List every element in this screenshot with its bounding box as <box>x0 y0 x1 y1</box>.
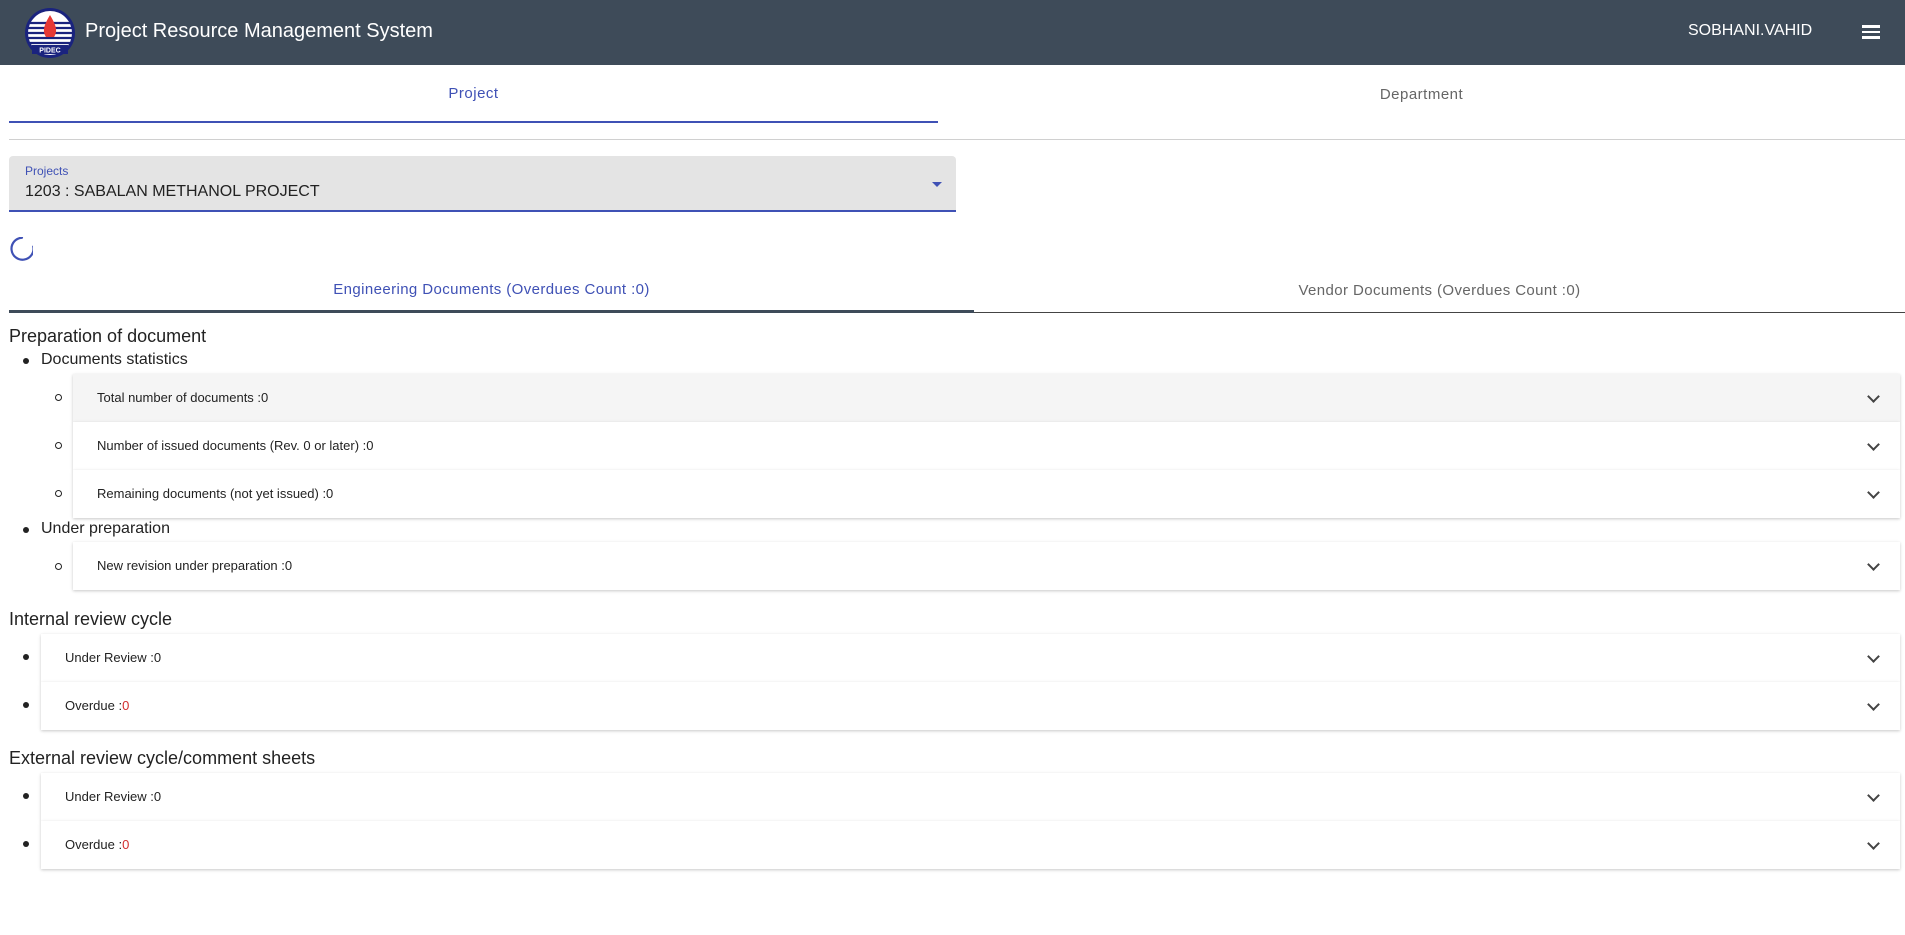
bullet-circle <box>55 563 62 570</box>
panel-external-overdue-text: Overdue :0 <box>65 837 130 852</box>
panel-issued-documents[interactable]: Number of issued documents (Rev. 0 or la… <box>73 422 1900 470</box>
svg-text:PIDEC: PIDEC <box>39 48 60 55</box>
dropdown-arrow-icon <box>932 182 942 187</box>
chevron-down-icon <box>1867 698 1880 711</box>
bullet-circle <box>55 442 62 449</box>
app-title: Project Resource Management System <box>85 20 433 42</box>
bullet-disc <box>23 358 29 364</box>
projects-select-value: 1203 : SABALAN METHANOL PROJECT <box>25 183 320 200</box>
section-title-external-review: External review cycle/comment sheets <box>9 748 316 768</box>
tab-department[interactable]: Department <box>938 66 1905 123</box>
chevron-down-icon <box>1867 390 1880 403</box>
panel-issued-documents-text: Number of issued documents (Rev. 0 or la… <box>97 438 374 453</box>
pidec-logo: PIDEC <box>25 8 75 58</box>
section-title-preparation: Preparation of document <box>9 326 207 346</box>
projects-select[interactable]: Projects 1203 : SABALAN METHANOL PROJECT <box>9 156 956 212</box>
overdue-count: 0 <box>122 837 130 852</box>
bullet-disc <box>23 654 29 660</box>
tab-engineering-documents[interactable]: Engineering Documents (Overdues Count :0… <box>9 268 974 313</box>
panel-total-documents[interactable]: Total number of documents :0 <box>73 374 1900 422</box>
projects-select-label: Projects <box>25 164 69 178</box>
panel-new-revision[interactable]: New revision under preparation :0 <box>73 542 1900 590</box>
document-tab-group: Engineering Documents (Overdues Count :0… <box>9 268 1905 313</box>
panel-external-under-review-text: Under Review :0 <box>65 789 162 804</box>
chevron-down-icon <box>1867 789 1880 802</box>
label-documents-statistics: Documents statistics <box>41 351 188 368</box>
app-toolbar: PIDEC Project Resource Management System… <box>0 0 1905 65</box>
panel-remaining-documents-text: Remaining documents (not yet issued) :0 <box>97 486 334 501</box>
chevron-down-icon <box>1867 650 1880 663</box>
tab-vendor-documents[interactable]: Vendor Documents (Overdues Count :0) <box>974 268 1905 312</box>
bullet-disc <box>23 702 29 708</box>
bullet-disc <box>23 793 29 799</box>
bullet-circle <box>55 490 62 497</box>
panel-internal-overdue-text: Overdue :0 <box>65 698 130 713</box>
bullet-circle <box>55 394 62 401</box>
label-under-preparation: Under preparation <box>41 520 170 537</box>
hamburger-menu-icon[interactable] <box>1859 22 1883 42</box>
panel-internal-under-review-text: Under Review :0 <box>65 650 162 665</box>
chevron-down-icon <box>1867 486 1880 499</box>
top-tab-group: Project Department <box>9 66 1905 140</box>
overdue-count: 0 <box>122 698 130 713</box>
chevron-down-icon <box>1867 438 1880 451</box>
panel-external-under-review[interactable]: Under Review :0 <box>41 773 1900 821</box>
chevron-down-icon <box>1867 837 1880 850</box>
bullet-disc <box>23 841 29 847</box>
bullet-disc <box>23 527 29 533</box>
user-name[interactable]: SOBHANI.VAHID <box>1688 22 1812 40</box>
panel-internal-under-review[interactable]: Under Review :0 <box>41 634 1900 682</box>
chevron-down-icon <box>1867 558 1880 571</box>
panel-internal-overdue[interactable]: Overdue :0 <box>41 682 1900 730</box>
section-title-internal-review: Internal review cycle <box>9 609 173 629</box>
panel-external-overdue[interactable]: Overdue :0 <box>41 821 1900 869</box>
panel-total-documents-text: Total number of documents :0 <box>97 390 269 405</box>
tab-project[interactable]: Project <box>9 66 938 123</box>
loading-spinner-icon <box>10 237 33 261</box>
panel-remaining-documents[interactable]: Remaining documents (not yet issued) :0 <box>73 470 1900 518</box>
panel-new-revision-text: New revision under preparation :0 <box>97 558 293 573</box>
